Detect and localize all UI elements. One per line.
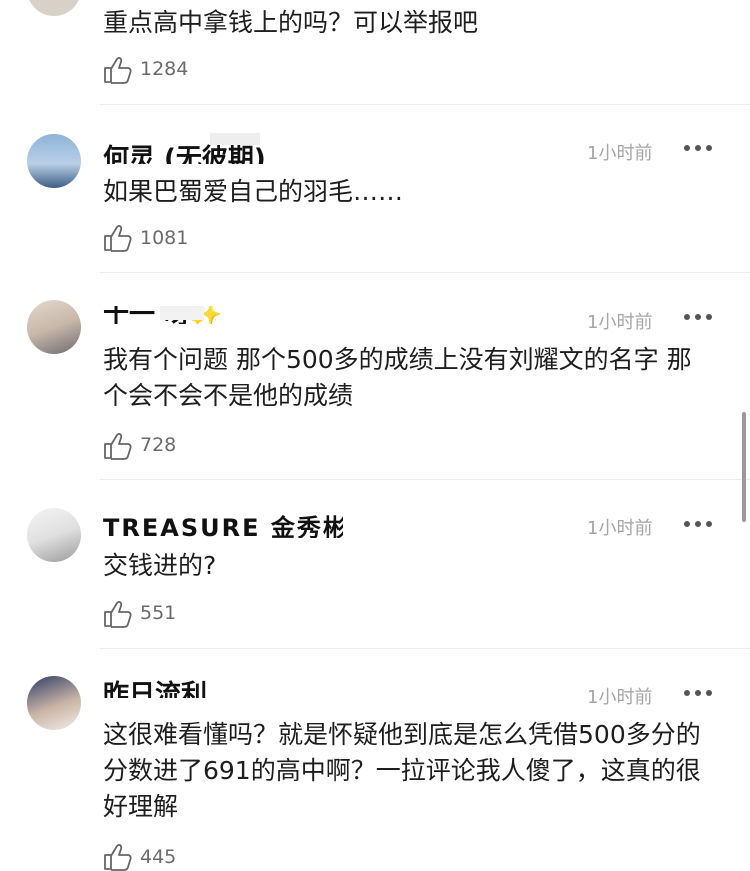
thumbs-up-icon[interactable]	[103, 600, 133, 628]
comment-text: 我有个问题 那个500多的成绩上没有刘耀文的名字 那个会不会不是他的成绩	[103, 345, 692, 410]
thumbs-up-icon[interactable]	[103, 224, 133, 252]
divider	[100, 479, 750, 480]
mosaic-blur	[160, 306, 204, 320]
username[interactable]: TREASURE 金秀彬	[103, 512, 343, 538]
thumbs-up-icon[interactable]	[103, 56, 133, 84]
comment-text: 重点高中拿钱上的吗？可以举报吧	[103, 8, 479, 37]
more-dots-icon[interactable]	[684, 145, 712, 151]
scrollbar[interactable]	[742, 412, 746, 522]
divider	[100, 648, 750, 649]
avatar[interactable]	[27, 300, 81, 354]
like-count: 728	[140, 434, 177, 456]
username-clip: 昨日流利	[103, 680, 303, 698]
avatar[interactable]	[27, 0, 81, 16]
thumbs-up-icon[interactable]	[103, 432, 133, 460]
username[interactable]: 昨日流利	[103, 680, 207, 698]
divider	[100, 104, 750, 105]
comment-text: 如果巴蜀爱自己的羽毛……	[103, 177, 404, 206]
like-count: 551	[140, 602, 177, 624]
like-count: 1284	[140, 58, 189, 80]
username[interactable]: 何灵 (无彼期)	[103, 144, 266, 164]
comment-text: 这很难看懂吗？就是怀疑他到底是怎么凭借500多分的分数进了691的高中啊？一拉评…	[103, 720, 701, 821]
divider	[100, 272, 750, 273]
like-count: 1081	[140, 227, 189, 249]
mosaic-blur	[210, 133, 260, 145]
timestamp: 1小时前	[587, 687, 653, 708]
username-clip: TREASURE 金秀彬	[103, 512, 343, 538]
thumbs-up-icon[interactable]	[103, 843, 133, 871]
username-clip: 何灵 (无彼期)	[103, 144, 303, 164]
avatar[interactable]	[27, 676, 81, 730]
timestamp: 1小时前	[587, 518, 653, 539]
timestamp: 1小时前	[587, 312, 653, 333]
like-count: 445	[140, 846, 177, 868]
more-dots-icon[interactable]	[684, 521, 712, 527]
more-dots-icon[interactable]	[684, 690, 712, 696]
more-dots-icon[interactable]	[684, 314, 712, 320]
avatar[interactable]	[27, 508, 81, 562]
comment-text: 交钱进的?	[103, 551, 217, 580]
avatar[interactable]	[27, 134, 81, 188]
timestamp: 1小时前	[587, 143, 653, 164]
